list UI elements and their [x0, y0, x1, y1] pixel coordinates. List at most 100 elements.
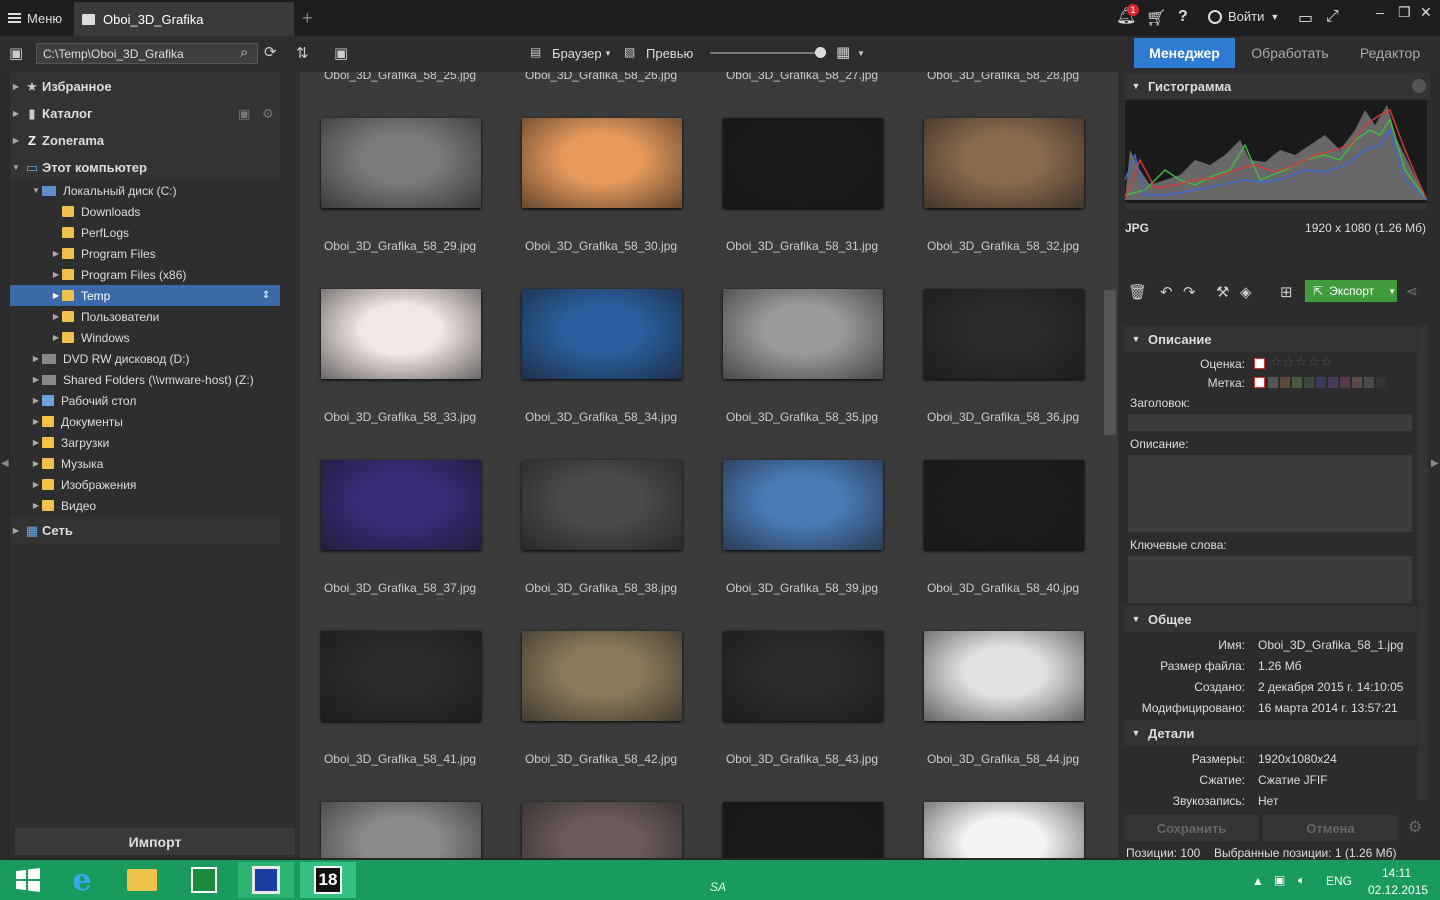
tag-swatch[interactable]: [1376, 377, 1386, 388]
rating-stars[interactable]: ☆☆☆☆☆: [1270, 354, 1333, 370]
screen-icon[interactable]: ▭: [1298, 8, 1313, 28]
zoom-slider[interactable]: [710, 52, 822, 54]
expand-icon[interactable]: ▶: [30, 375, 42, 384]
thumb-caption[interactable]: Oboi_3D_Grafika_58_25.jpg: [300, 72, 500, 82]
new-folder-icon[interactable]: ▣: [334, 44, 348, 62]
sidebar-item-perflogs[interactable]: PerfLogs: [50, 222, 129, 243]
network-tray-icon[interactable]: ▣: [1274, 873, 1285, 887]
help-icon[interactable]: ?: [1178, 8, 1188, 26]
mode-manager-tab[interactable]: Менеджер: [1134, 38, 1235, 68]
collapse-icon[interactable]: ▼: [10, 163, 22, 172]
thumbnail[interactable]: [723, 802, 883, 858]
expand-icon[interactable]: ▶: [50, 249, 62, 258]
thumb-caption[interactable]: Oboi_3D_Grafika_58_39.jpg: [702, 581, 902, 595]
expand-icon[interactable]: ▶: [50, 333, 62, 342]
expand-icon[interactable]: ▶: [30, 438, 42, 447]
chevron-down-icon[interactable]: ▼: [1388, 287, 1396, 296]
rotate-right-icon[interactable]: ↷: [1183, 283, 1196, 301]
thumb-caption[interactable]: Oboi_3D_Grafika_58_32.jpg: [903, 239, 1103, 253]
collapse-right-icon[interactable]: ▶: [1431, 458, 1439, 469]
thumbnail[interactable]: [723, 631, 883, 721]
thumbnail[interactable]: [924, 118, 1084, 208]
sidebar-item-program-files[interactable]: ▶ Program Files: [50, 243, 156, 264]
cancel-button[interactable]: Отмена: [1263, 815, 1398, 841]
sort-icon[interactable]: ⇅: [296, 44, 309, 62]
sidebar-item-pictures[interactable]: ▶ Изображения: [30, 474, 137, 495]
thumb-caption[interactable]: Oboi_3D_Grafika_58_42.jpg: [501, 752, 701, 766]
tag-swatch[interactable]: [1352, 377, 1362, 388]
general-header[interactable]: ▼ Общее: [1124, 606, 1417, 632]
sidebar-item-favorites[interactable]: ▶ ★ Избранное: [10, 73, 280, 100]
expand-icon[interactable]: ▶: [30, 417, 42, 426]
share-icon[interactable]: ⋖: [1406, 283, 1418, 300]
start-button[interactable]: [0, 862, 56, 898]
tag-swatch[interactable]: [1268, 377, 1278, 388]
tray-expand-icon[interactable]: ▲: [1252, 874, 1264, 888]
thumbnail[interactable]: [522, 118, 682, 208]
save-button[interactable]: Сохранить: [1124, 815, 1259, 841]
expand-icon[interactable]: ▶: [30, 459, 42, 468]
thumb-caption[interactable]: Oboi_3D_Grafika_58_26.jpg: [501, 72, 701, 82]
menu-button[interactable]: Меню: [0, 0, 70, 36]
thumb-caption[interactable]: Oboi_3D_Grafika_58_35.jpg: [702, 410, 902, 424]
sidebar-item-music[interactable]: ▶ Музыка: [30, 453, 104, 474]
thumbnail[interactable]: [723, 289, 883, 379]
expand-icon[interactable]: ▶: [10, 109, 22, 118]
preview-button[interactable]: Превью: [646, 46, 693, 61]
collapse-icon[interactable]: ▼: [30, 186, 42, 195]
sidebar-item-documents[interactable]: ▶ Документы: [30, 411, 123, 432]
add-folder-icon[interactable]: ▣: [238, 106, 250, 122]
gear-icon[interactable]: ⚙: [262, 106, 274, 122]
sidebar-item-this-pc[interactable]: ▼ ▭ Этот компьютер: [10, 154, 280, 181]
thumbnail[interactable]: [723, 460, 883, 550]
add-tab-button[interactable]: +: [302, 8, 313, 29]
reorder-icon[interactable]: ⇕: [262, 290, 270, 301]
effects-icon[interactable]: ◈: [1240, 283, 1252, 301]
thumbnail[interactable]: [522, 289, 682, 379]
thumb-caption[interactable]: Oboi_3D_Grafika_58_28.jpg: [903, 72, 1103, 82]
thumb-caption[interactable]: Oboi_3D_Grafika_58_38.jpg: [501, 581, 701, 595]
tag-swatch[interactable]: [1304, 377, 1314, 388]
sidebar-item-dvd[interactable]: ▶ DVD RW дисковод (D:): [30, 348, 190, 369]
thumbnail[interactable]: [321, 631, 481, 721]
sidebar-item-downloads-lib[interactable]: ▶ Загрузки: [30, 432, 109, 453]
folder-up-icon[interactable]: ▣: [9, 44, 23, 62]
expand-icon[interactable]: ▶: [10, 136, 22, 145]
expand-icon[interactable]: ▶: [30, 396, 42, 405]
thumbnail[interactable]: [924, 631, 1084, 721]
grid-scrollbar[interactable]: [1104, 290, 1116, 435]
expand-icon[interactable]: ▶: [50, 312, 62, 321]
settings-circle-icon[interactable]: [1412, 79, 1426, 93]
thumb-caption[interactable]: Oboi_3D_Grafika_58_36.jpg: [903, 410, 1103, 424]
path-input[interactable]: C:\Temp\Oboi_3D_Grafika: [36, 43, 258, 64]
thumb-caption[interactable]: Oboi_3D_Grafika_58_34.jpg: [501, 410, 701, 424]
search-icon[interactable]: ⌕: [240, 44, 248, 61]
language-indicator[interactable]: ENG: [1326, 874, 1352, 888]
thumbnail[interactable]: [924, 802, 1084, 858]
thumb-caption[interactable]: Oboi_3D_Grafika_58_27.jpg: [702, 72, 902, 82]
sidebar-item-video[interactable]: ▶ Видео: [30, 495, 96, 516]
crop-icon[interactable]: ⊞: [1280, 283, 1293, 301]
keywords-field[interactable]: [1128, 556, 1412, 603]
sidebar-item-downloads[interactable]: Downloads: [50, 201, 140, 222]
thumb-caption[interactable]: Oboi_3D_Grafika_58_41.jpg: [300, 752, 500, 766]
clock-time[interactable]: 14:11: [1382, 866, 1411, 880]
sidebar-item-local-disk[interactable]: ▼ Локальный диск (C:): [30, 180, 177, 201]
mode-editor-tab[interactable]: Редактор: [1345, 38, 1435, 68]
thumbnail[interactable]: [924, 289, 1084, 379]
thumbnail[interactable]: [321, 118, 481, 208]
thumbnail[interactable]: [924, 460, 1084, 550]
delete-icon[interactable]: 🗑︎: [1128, 283, 1147, 301]
thumbnail[interactable]: [522, 460, 682, 550]
chevron-down-icon[interactable]: ▼: [604, 49, 612, 58]
expand-icon[interactable]: ▶: [10, 526, 22, 535]
thumbnail[interactable]: [723, 118, 883, 208]
thumbnail[interactable]: [321, 802, 481, 858]
rotate-left-icon[interactable]: ↶: [1160, 283, 1173, 301]
sidebar-item-desktop[interactable]: ▶ Рабочий стол: [30, 390, 136, 411]
minimize-button[interactable]: –: [1376, 4, 1384, 20]
gear-icon[interactable]: ⚙: [1408, 817, 1422, 837]
sidebar-item-zonerama[interactable]: ▶ Z Zonerama: [10, 127, 280, 154]
explorer-button[interactable]: [114, 862, 170, 898]
heading-field[interactable]: [1128, 414, 1412, 431]
